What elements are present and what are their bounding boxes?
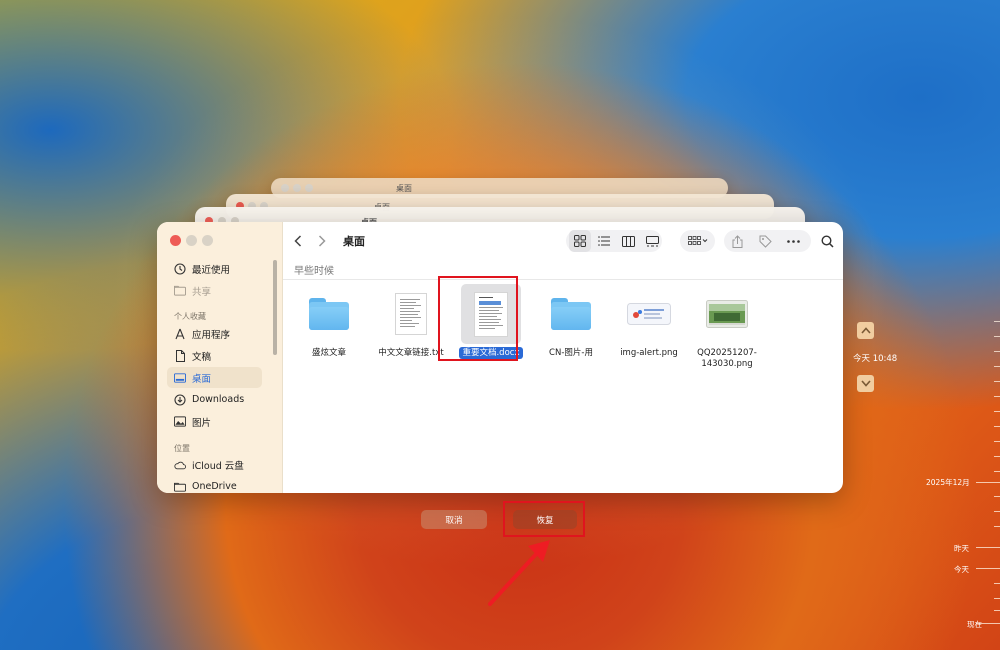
sidebar-item-label: 共享	[192, 286, 212, 298]
clock-icon	[174, 262, 186, 275]
sidebar-item-label: 最近使用	[192, 264, 231, 276]
list-view-button[interactable]	[593, 230, 615, 252]
chevron-up-icon	[860, 327, 871, 334]
photo-icon	[174, 416, 186, 428]
current-time-label: 今天 10:48	[853, 354, 898, 364]
folder-icon	[174, 481, 186, 493]
back-button[interactable]	[287, 230, 309, 252]
timeline-label: 今天	[954, 565, 969, 574]
close-button[interactable]	[170, 235, 181, 246]
sidebar-item-recents[interactable]: 最近使用	[167, 258, 262, 279]
columns-icon	[621, 235, 635, 247]
search-button[interactable]	[816, 230, 838, 252]
list-icon	[598, 236, 610, 246]
share-button[interactable]	[726, 230, 748, 252]
tag-button[interactable]	[754, 230, 776, 252]
file-name: 中文文章链接.txt	[378, 348, 444, 358]
annotation-arrow	[488, 540, 550, 606]
sidebar-scrollbar[interactable]	[273, 260, 277, 355]
zoom-button[interactable]	[202, 235, 213, 246]
section-header: 早些时候	[294, 266, 334, 277]
sidebar-item-label: 图片	[192, 417, 212, 429]
applications-icon	[174, 328, 186, 340]
timeline-tick[interactable]	[976, 568, 1000, 569]
minimize-button[interactable]	[186, 235, 197, 246]
timeline-tick[interactable]	[976, 547, 1000, 548]
forward-button[interactable]	[311, 230, 333, 252]
share-icon	[732, 234, 742, 248]
icon-view-button[interactable]	[569, 230, 591, 252]
sidebar-item-onedrive[interactable]: OneDrive	[167, 476, 262, 493]
sidebar-item-pictures[interactable]: 图片	[167, 411, 262, 432]
favorites-header: 个人收藏	[174, 312, 206, 321]
more-button[interactable]	[782, 230, 804, 252]
image-file-icon	[619, 284, 679, 344]
column-view-button[interactable]	[617, 230, 639, 252]
gallery-icon	[645, 235, 659, 246]
group-by-button[interactable]	[683, 230, 713, 252]
tag-icon	[759, 235, 772, 248]
sidebar-item-downloads[interactable]: Downloads	[167, 389, 262, 410]
search-icon	[820, 234, 834, 248]
timeline-label: 2025年12月	[926, 478, 970, 487]
file-name: 盛炫文章	[311, 348, 346, 358]
sidebar-item-label: 应用程序	[192, 329, 231, 341]
cancel-button[interactable]: 取消	[421, 510, 487, 529]
text-file-icon	[381, 284, 441, 344]
file-item[interactable]: img-alert.png	[609, 284, 689, 359]
chevron-down-icon	[860, 380, 871, 387]
sidebar: 最近使用 共享 个人收藏 应用程序 文稿 桌面 Downloads 图片 位置 …	[157, 222, 283, 493]
chevron-left-icon	[294, 235, 302, 247]
sidebar-item-label: 桌面	[192, 373, 212, 385]
content-area: 桌面 早些时候 盛炫文章 中文文章链接.txt 重要文档.docx CN-图片-…	[283, 222, 843, 493]
timeline-up-button[interactable]	[857, 322, 874, 339]
group-grid-icon	[688, 236, 708, 245]
highlight-box-file	[438, 276, 518, 361]
timeline-tick[interactable]	[976, 482, 1000, 483]
ellipsis-icon	[786, 239, 800, 243]
sidebar-item-shared[interactable]: 共享	[167, 280, 262, 301]
folder-icon	[541, 284, 601, 344]
sidebar-item-label: iCloud 云盘	[192, 460, 244, 472]
sidebar-item-label: OneDrive	[192, 481, 237, 492]
file-item[interactable]: 盛炫文章	[289, 284, 369, 359]
sidebar-item-icloud[interactable]: iCloud 云盘	[167, 454, 262, 475]
toolbar: 桌面	[283, 222, 843, 260]
gallery-view-button[interactable]	[641, 230, 663, 252]
file-item[interactable]: QQ20251207-143030.png	[687, 284, 767, 370]
desktop-icon	[174, 372, 186, 384]
file-item[interactable]: CN-图片-用	[531, 284, 611, 359]
cloud-icon	[174, 459, 186, 471]
file-name: img-alert.png	[620, 348, 678, 358]
timeline-ruler[interactable]	[930, 300, 1000, 650]
locations-header: 位置	[174, 444, 190, 453]
folder-icon	[299, 284, 359, 344]
file-name: QQ20251207-143030.png	[697, 348, 757, 369]
sidebar-item-applications[interactable]: 应用程序	[167, 323, 262, 344]
sidebar-item-documents[interactable]: 文稿	[167, 345, 262, 366]
sidebar-item-label: 文稿	[192, 351, 212, 363]
back-window-title: 桌面	[396, 184, 412, 193]
download-icon	[174, 393, 186, 406]
window-title: 桌面	[343, 235, 365, 248]
timeline-down-button[interactable]	[857, 375, 874, 392]
chevron-right-icon	[318, 235, 326, 247]
section-divider	[283, 279, 843, 280]
timeline-label: 现在	[967, 620, 982, 629]
grid-icon	[574, 235, 586, 247]
document-icon	[174, 349, 186, 362]
timeline-label: 昨天	[954, 544, 969, 553]
image-file-icon	[697, 284, 757, 344]
shared-folder-icon	[174, 285, 186, 297]
sidebar-item-desktop[interactable]: 桌面	[167, 367, 262, 388]
sidebar-item-label: Downloads	[192, 394, 245, 405]
file-name: CN-图片-用	[549, 348, 593, 358]
